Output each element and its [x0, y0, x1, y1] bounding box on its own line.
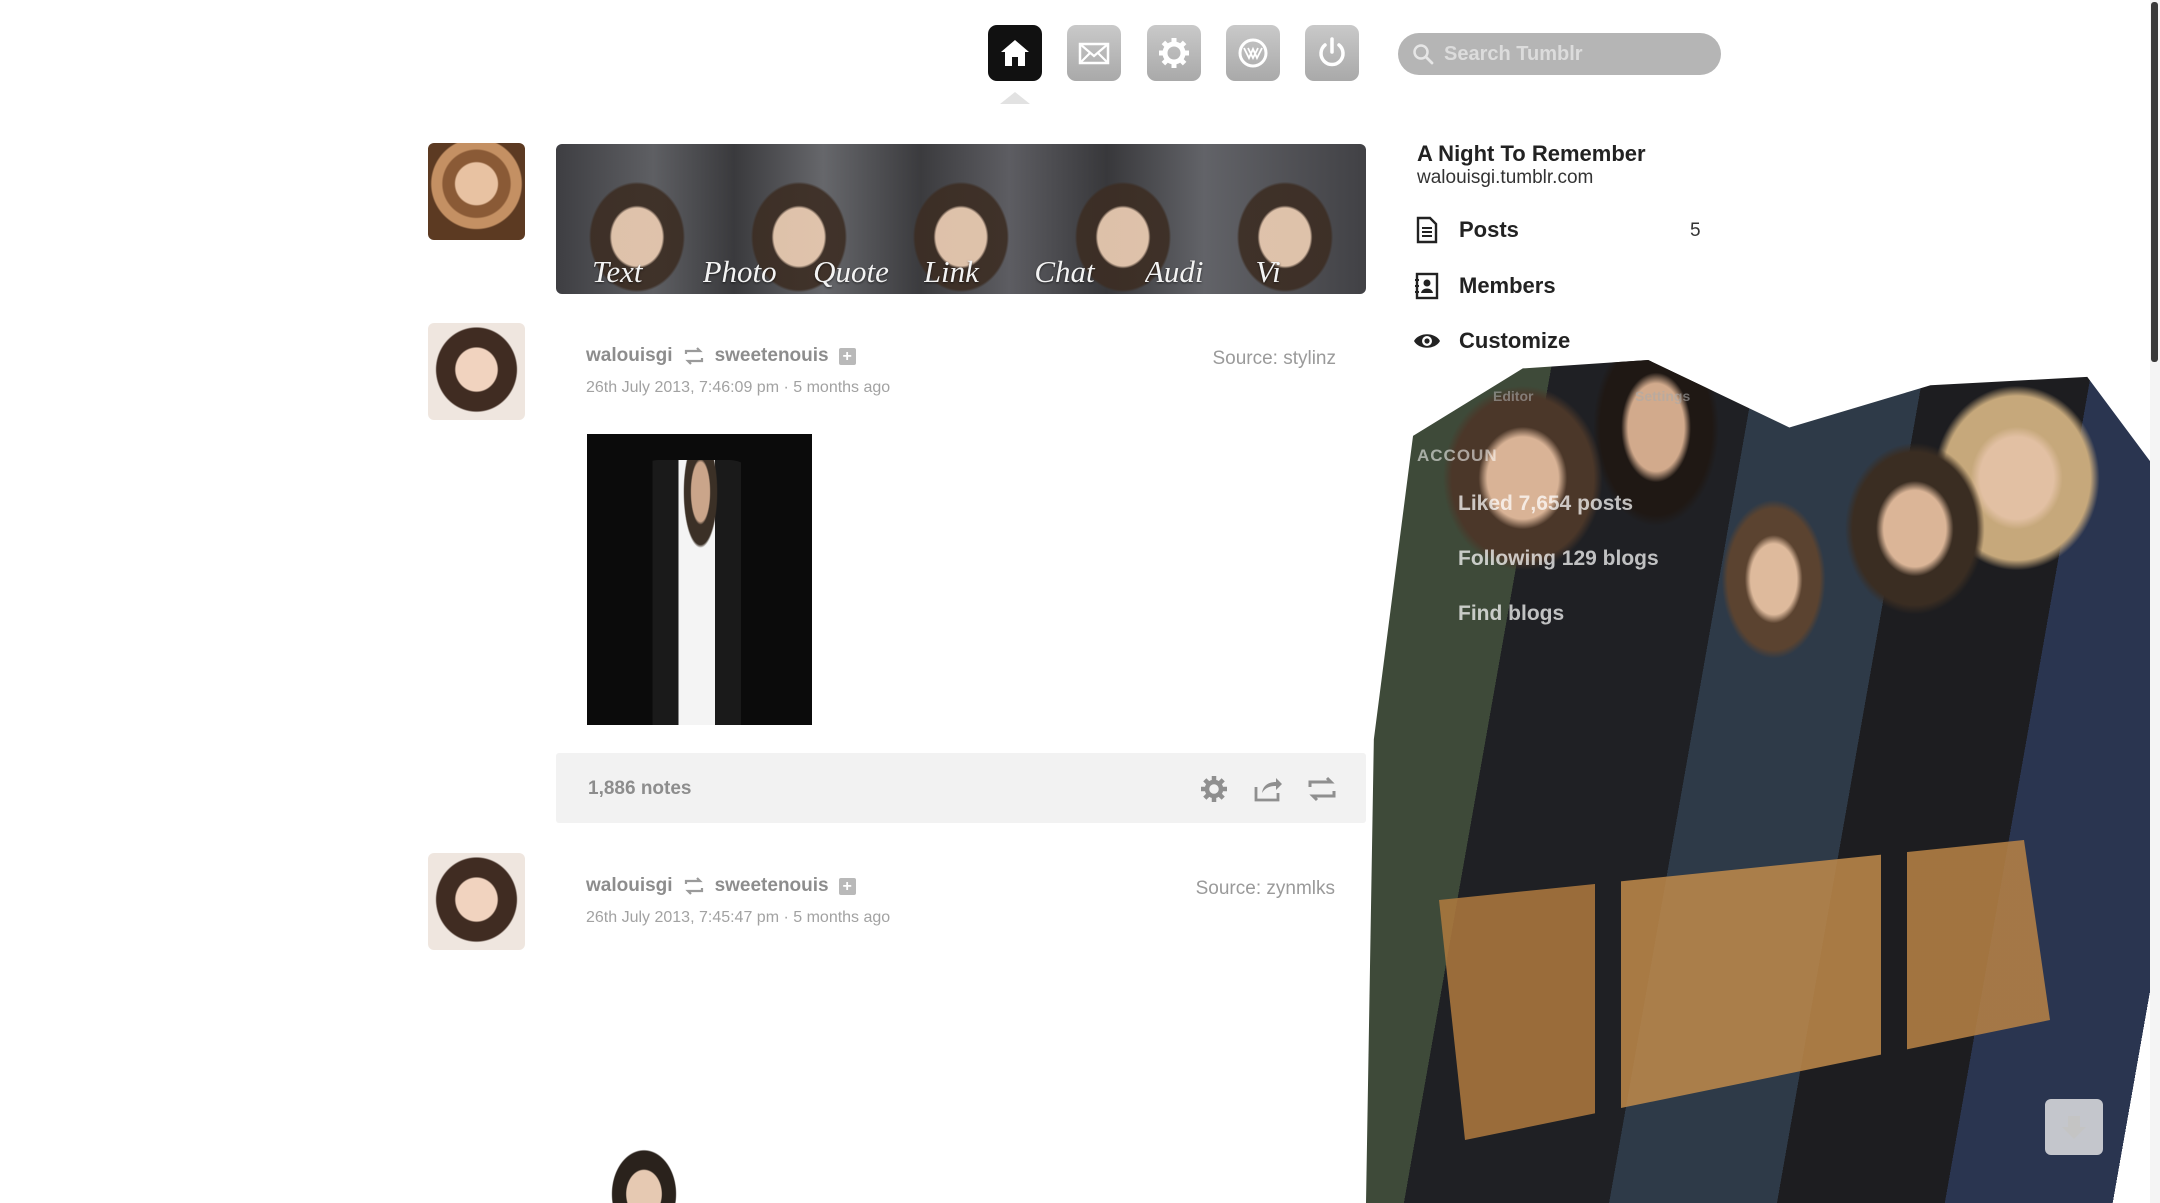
sidebar-item-label: Members [1459, 273, 1556, 298]
scrollbar-thumb[interactable] [2151, 2, 2158, 362]
post-source[interactable]: Source: stylinz [1212, 348, 1336, 370]
share-icon[interactable] [1252, 773, 1284, 805]
post-type-quote[interactable]: Quote [813, 254, 924, 290]
back-to-top-button[interactable] [2045, 1099, 2103, 1155]
nav-home-button[interactable] [988, 25, 1042, 81]
post-date[interactable]: 26th July 2013, 7:46:09 pm · 5 months ag… [586, 379, 890, 397]
post-type-list: Text Photo Quote Link Chat Audi Vi [556, 254, 1366, 290]
blog-url[interactable]: walouisgi.tumblr.com [1417, 167, 1593, 189]
gear-icon [1159, 38, 1189, 68]
power-icon [1319, 37, 1345, 67]
nav-settings-button[interactable] [1147, 25, 1201, 81]
reblog-icon [684, 877, 703, 895]
faded-liked-link[interactable]: Liked 7,654 posts [1458, 492, 1633, 516]
sidebar-item-customize[interactable]: Customize [1413, 327, 1570, 355]
faded-account-heading: ACCOUN [1417, 446, 1498, 465]
active-nav-indicator [1000, 92, 1030, 104]
search-input[interactable] [1444, 42, 1714, 66]
document-icon [1416, 216, 1438, 244]
post-settings-icon[interactable] [1198, 773, 1230, 805]
post-type-audio[interactable]: Audi [1145, 254, 1256, 290]
post-avatar[interactable] [428, 853, 525, 950]
post-date[interactable]: 26th July 2013, 7:45:47 pm · 5 months ag… [586, 909, 890, 927]
post-type-chat[interactable]: Chat [1034, 254, 1145, 290]
post-header: walouisgi sweetenouis + [586, 875, 856, 897]
sidebar-item-label: Posts [1459, 217, 1519, 242]
post-type-video[interactable]: Vi [1255, 254, 1366, 290]
mail-icon [1078, 42, 1110, 65]
sidebar-item-members[interactable]: Members [1413, 272, 1556, 300]
post-header: walouisgi sweetenouis + [586, 345, 856, 367]
post-type-link[interactable]: Link [924, 254, 1035, 290]
nav-activity-button[interactable] [1226, 25, 1280, 81]
search-icon [1413, 44, 1434, 65]
sidebar-item-label: Customize [1459, 328, 1571, 353]
post-type-text[interactable]: Text [592, 254, 703, 290]
notes-count[interactable]: 1,886 notes [588, 778, 692, 800]
post-type-banner: Text Photo Quote Link Chat Audi Vi [556, 144, 1366, 294]
faded-settings-link[interactable]: Settings [1635, 388, 1690, 404]
reblog-icon [684, 347, 703, 365]
post-type-photo[interactable]: Photo [703, 254, 814, 290]
search-box[interactable] [1398, 33, 1721, 75]
reblogged-from[interactable]: sweetenouis [715, 875, 829, 897]
follow-plus-icon[interactable]: + [838, 877, 856, 895]
sidebar-item-posts[interactable]: Posts [1413, 216, 1519, 244]
faded-find-blogs-link[interactable]: Find blogs [1458, 602, 1564, 626]
follow-plus-icon[interactable]: + [838, 347, 856, 365]
post-avatar[interactable] [428, 323, 525, 420]
arrow-down-icon [2062, 1116, 2086, 1139]
reblogged-from[interactable]: sweetenouis [715, 345, 829, 367]
photo-subject [629, 460, 759, 725]
home-icon [1001, 40, 1029, 66]
next-post-image[interactable] [608, 1145, 680, 1203]
activity-icon [1238, 38, 1268, 68]
post-source[interactable]: Source: zynmlks [1196, 878, 1335, 900]
post-photo[interactable] [587, 434, 812, 725]
members-icon [1415, 272, 1439, 300]
post-footer: 1,886 notes [556, 753, 1366, 823]
post-author[interactable]: walouisgi [586, 875, 673, 897]
post-author[interactable]: walouisgi [586, 345, 673, 367]
faded-editor-link[interactable]: Editor [1493, 388, 1533, 404]
blog-title[interactable]: A Night To Remember [1417, 141, 1646, 167]
post-actions [1198, 773, 1338, 805]
nav-inbox-button[interactable] [1067, 25, 1121, 81]
posts-count: 5 [1690, 220, 1701, 241]
reblog-icon[interactable] [1306, 773, 1338, 805]
eye-icon [1414, 334, 1440, 348]
user-avatar[interactable] [428, 143, 525, 240]
nav-logout-button[interactable] [1305, 25, 1359, 81]
faded-following-link[interactable]: Following 129 blogs [1458, 547, 1659, 571]
